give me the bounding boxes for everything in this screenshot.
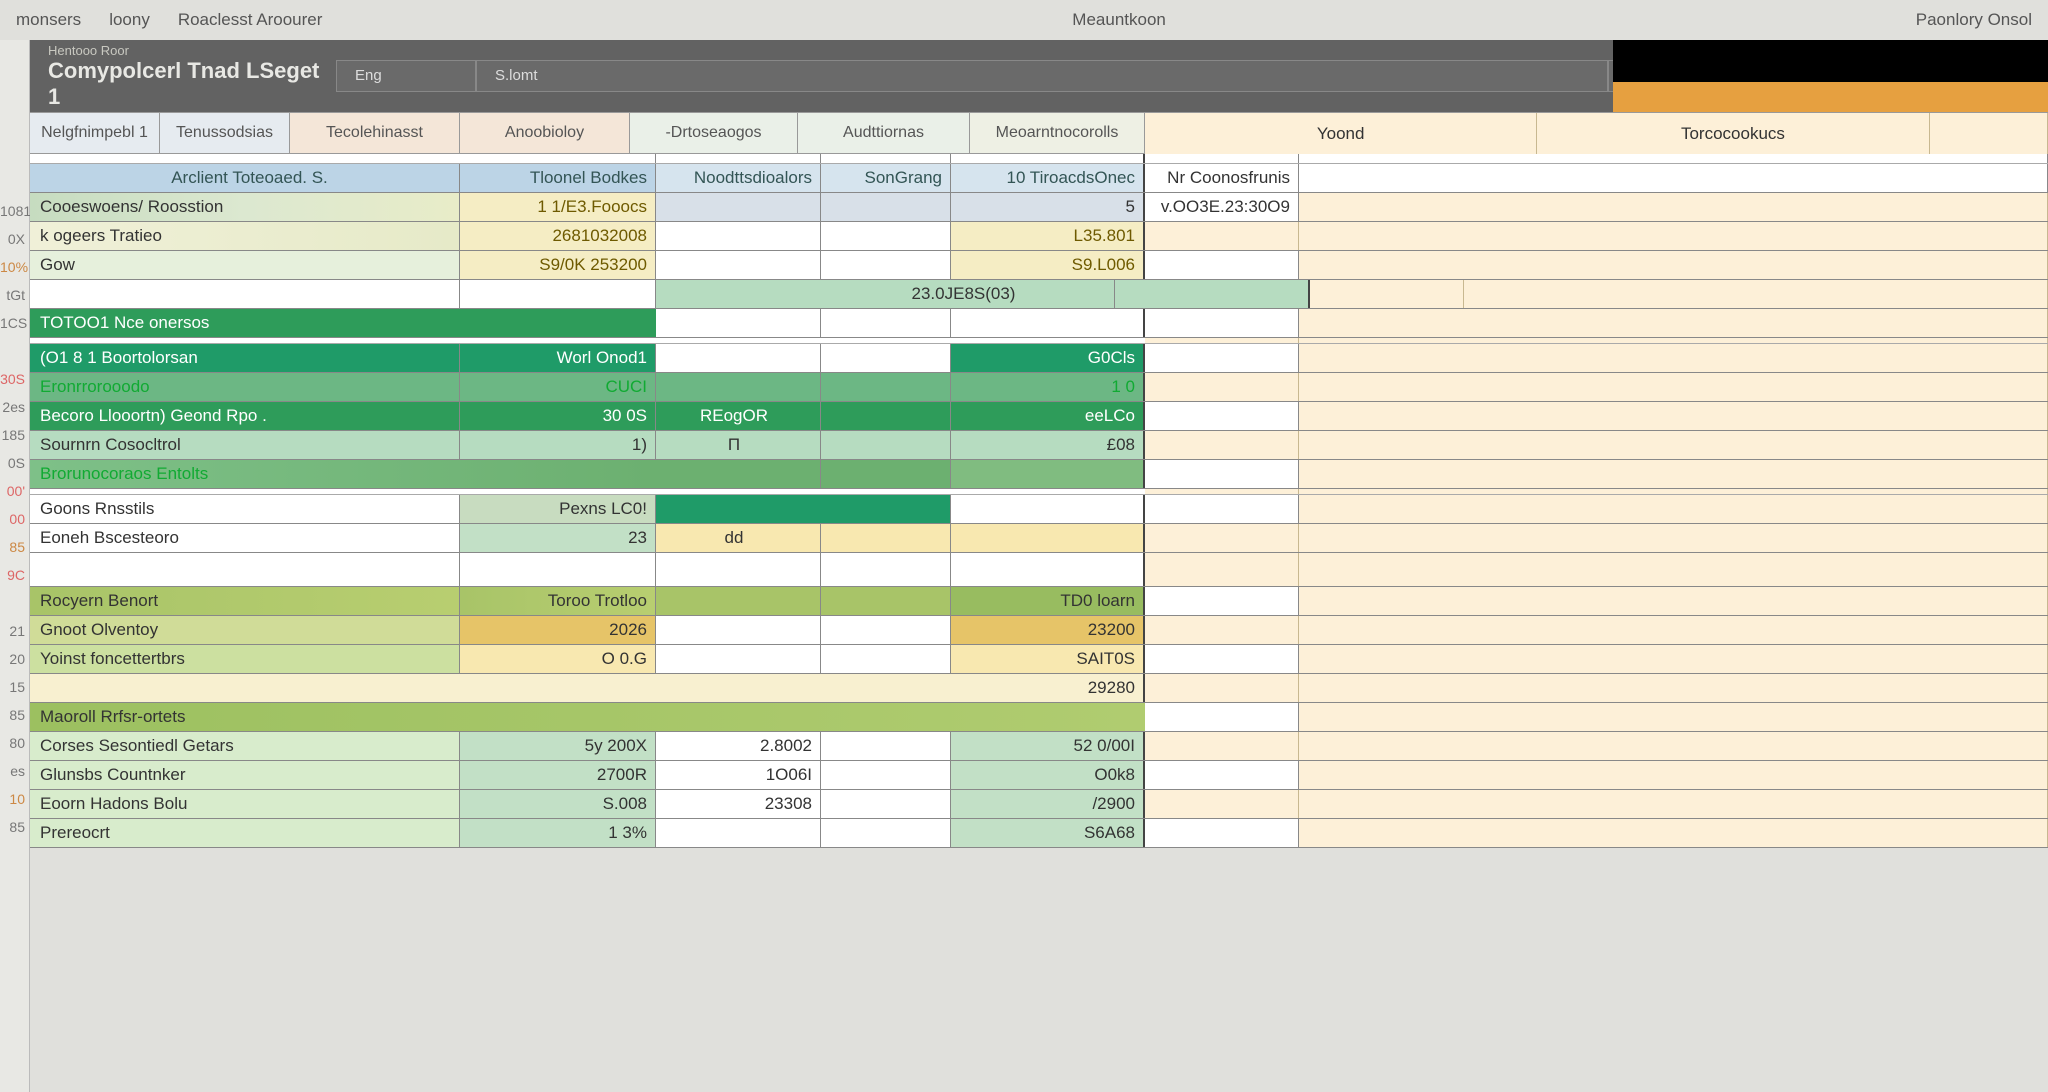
cat-tab[interactable]: Nelgfnimpebl 1 [30, 113, 160, 154]
table-row[interactable] [30, 553, 2048, 587]
cat-tab[interactable]: Meoarntnocorolls [970, 113, 1145, 154]
row-gutter: 10810X 10%tGt 1CS 30S2es 1850S 00'00 859… [0, 40, 30, 1092]
table-row[interactable]: Cooeswoens/ Roosstion 1 1/E3.Fooocs 5 v.… [30, 193, 2048, 222]
col-hdr[interactable]: Tloonel Bodkes [460, 164, 656, 192]
table-row[interactable]: k ogeers Tratieo 2681032008 L35.801 [30, 222, 2048, 251]
section-header: TOTOO1 Nce onersos [30, 309, 2048, 338]
table-row[interactable]: Eronrrorooodo CUCI 1 0 [30, 373, 2048, 402]
table-row[interactable]: Becoro Llooortn) Geond Rpo . 30 0S REogO… [30, 402, 2048, 431]
menu-item[interactable]: Roaclesst Aroourer [178, 10, 323, 30]
table-row[interactable]: Prereocrt 1 3% S6A68 [30, 819, 2048, 848]
black-strip [1613, 40, 2048, 82]
col-hdr[interactable]: SonGrang [821, 164, 951, 192]
table-row[interactable]: Gnoot Olventoy 2026 23200 [30, 616, 2048, 645]
menu-center: Meauntkoon [1072, 10, 1166, 29]
orange-strip [1613, 82, 2048, 112]
section-header: Brorunocoraos Entolts [30, 460, 2048, 489]
category-tabs: Nelgfnimpebl 1 Tenussodsias Tecolehinass… [30, 112, 2048, 154]
section-header: Rocyern Benort Toroo Trotloo TD0 loarn [30, 587, 2048, 616]
top-menubar: monsers loony Roaclesst Aroourer Meauntk… [0, 0, 2048, 40]
menu-right[interactable]: Paonlory Onsol [1916, 10, 2032, 29]
table-row[interactable]: Sournrn Cosocltrol 1) П £08 [30, 431, 2048, 460]
cat-tab[interactable]: Tecolehinasst [290, 113, 460, 154]
col-hdr[interactable]: Nr Coonosfrunis [1145, 164, 1299, 192]
table-row[interactable]: Eoorn Hadons Bolu S.008 23308 /2900 [30, 790, 2048, 819]
column-headers: Arclient Toteoaed. S. Tloonel Bodkes Noo… [30, 164, 2048, 193]
col-hdr[interactable]: 10 TiroacdsOnec [951, 164, 1145, 192]
table-row[interactable]: Gow S9/0K 253200 S9.L006 [30, 251, 2048, 280]
col-hdr[interactable]: Arclient Toteoaed. S. [30, 164, 460, 192]
table-row[interactable]: Yoinst foncettertbrs O 0.G SAIT0S [30, 645, 2048, 674]
sheet-header: Hentooo Roor Comypolcerl Tnad LSeget 1 E… [30, 40, 2048, 112]
col-hdr[interactable]: Noodttsdioalors [656, 164, 821, 192]
cat-tab[interactable]: Audttiornas [798, 113, 970, 154]
table-row[interactable]: Goons Rnsstils Pexns LC0! [30, 495, 2048, 524]
menu-item[interactable]: loony [109, 10, 150, 30]
header-subtitle: Hentooo Roor [48, 43, 328, 58]
cat-tab[interactable]: Tenussodsias [160, 113, 290, 154]
table-row[interactable]: Corses Sesontiedl Getars 5y 200X 2.8002 … [30, 732, 2048, 761]
table-row[interactable]: Glunsbs Countnker 2700R 1O06I O0k8 [30, 761, 2048, 790]
header-tab[interactable]: Eng [336, 60, 476, 92]
header-tab[interactable]: S.lomt [476, 60, 1608, 92]
section-header: Maoroll Rrfsr-ortets [30, 703, 2048, 732]
cat-tab-right[interactable]: Torcocookucs [1537, 113, 1929, 154]
menu-item[interactable]: monsers [16, 10, 81, 30]
table-row[interactable]: Eoneh Bscesteoro 23 dd [30, 524, 2048, 553]
table-row[interactable]: 29280 [30, 674, 2048, 703]
table-row[interactable]: 23.0JE8S(03) [30, 280, 2048, 309]
section-header: (O1 8 1 Boortolorsan Worl Onod1 G0Cls [30, 344, 2048, 373]
header-title: Comypolcerl Tnad LSeget 1 [48, 58, 328, 110]
cat-tab[interactable]: Anoobioloy [460, 113, 630, 154]
cat-tab-right[interactable]: Yoond [1145, 113, 1537, 154]
cat-tab[interactable]: -Drtoseaogos [630, 113, 798, 154]
data-grid: Arclient Toteoaed. S. Tloonel Bodkes Noo… [30, 164, 2048, 848]
